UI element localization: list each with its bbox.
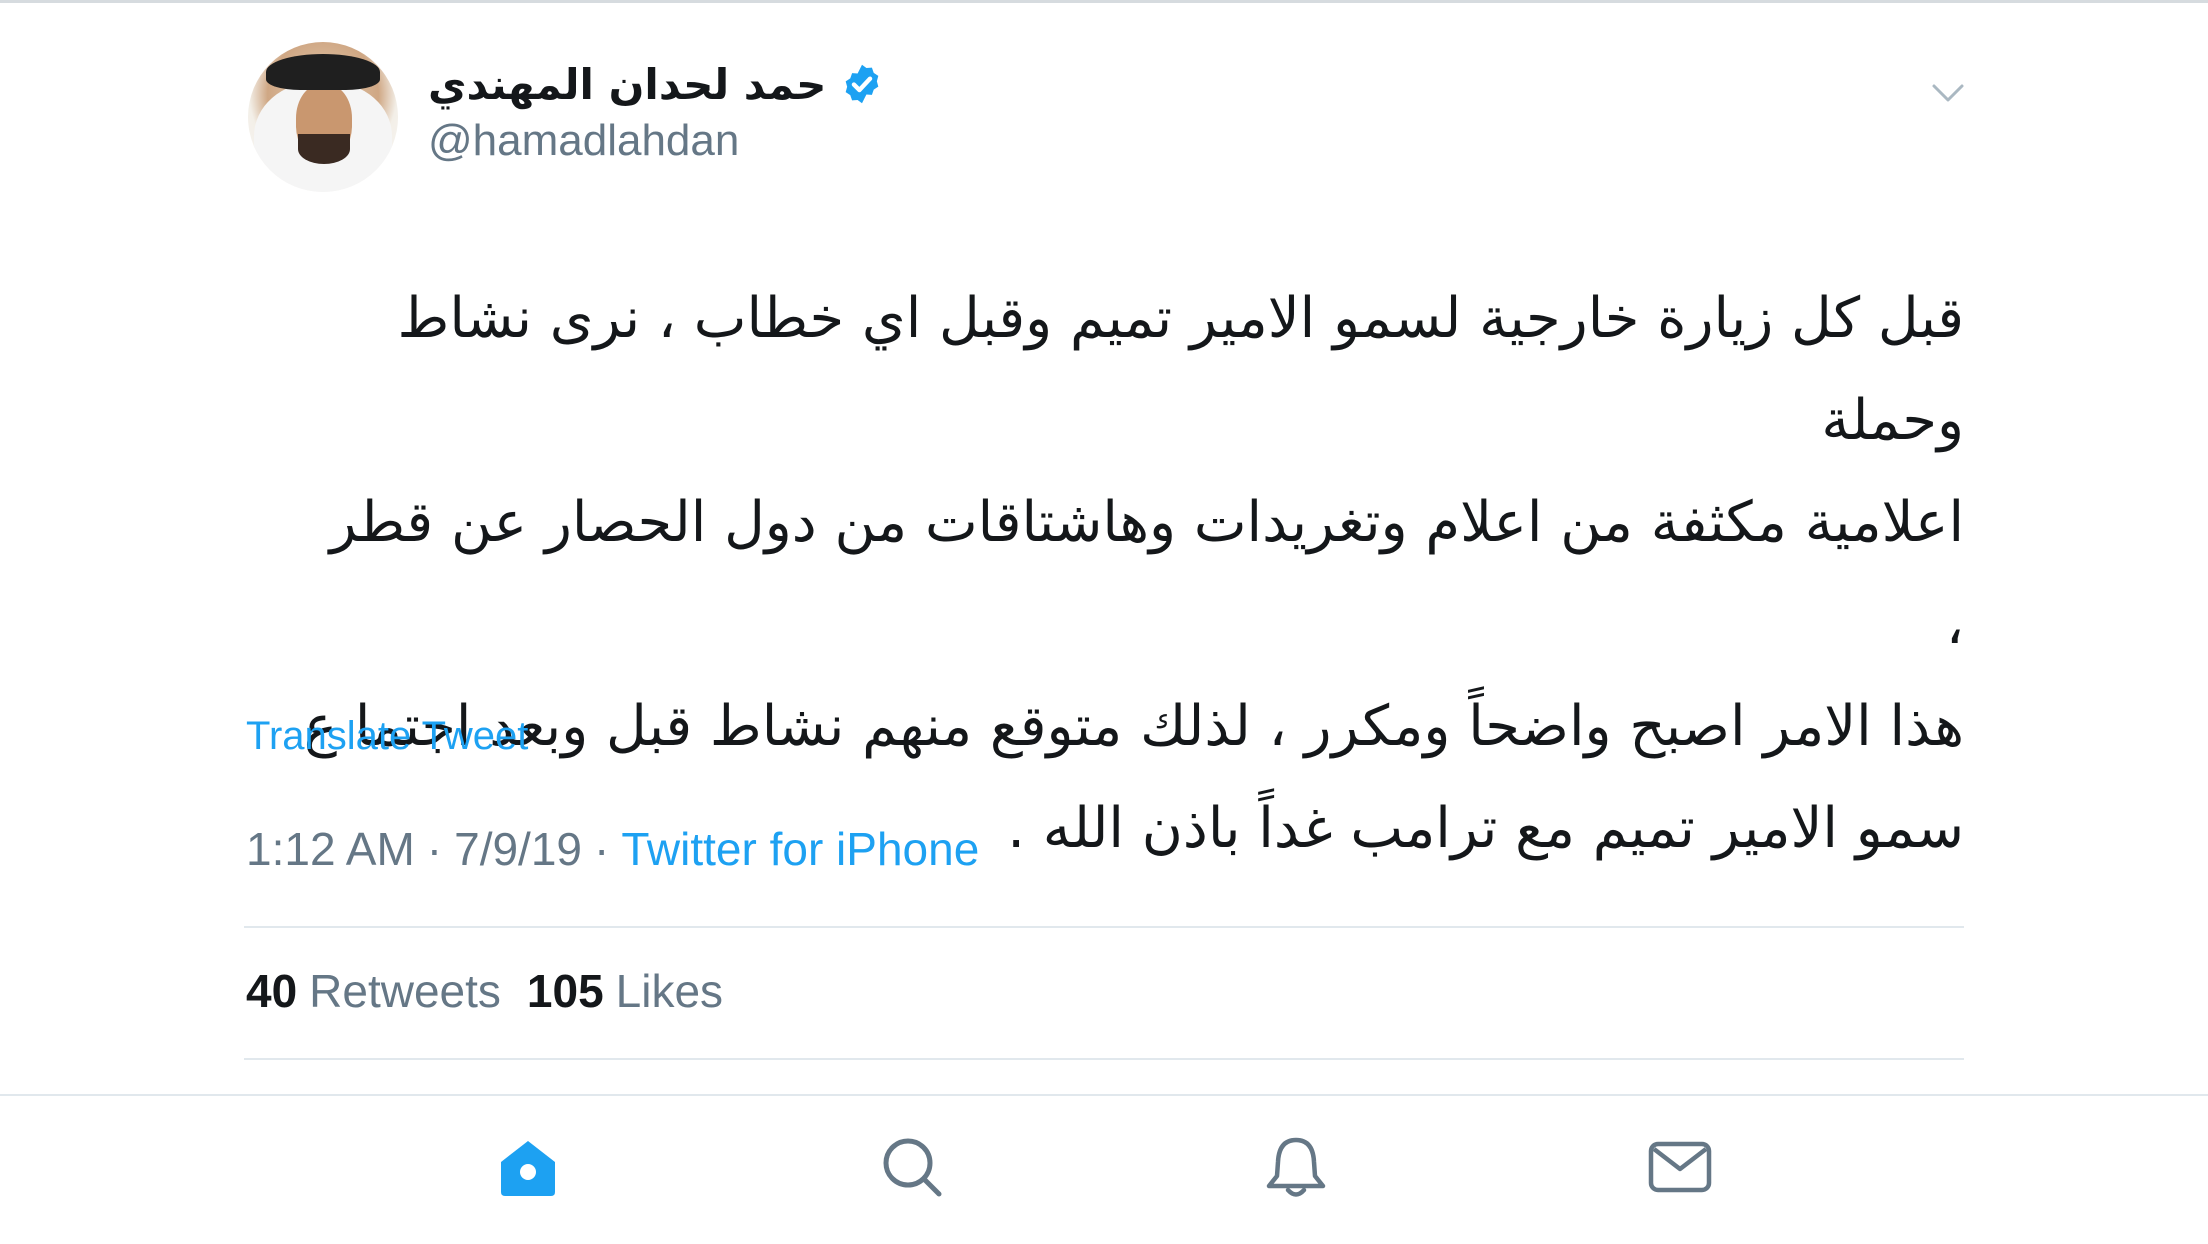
- bell-icon: [1266, 1137, 1326, 1197]
- tweet-date: 7/9/19: [454, 823, 583, 875]
- verified-badge-icon: [846, 64, 879, 104]
- tweet-text-line: هذا الامر اصبح واضحاً ومكرر ، لذلك متوقع…: [303, 694, 1964, 759]
- mail-icon: [1648, 1141, 1712, 1193]
- translate-tweet-link[interactable]: Translate Tweet: [246, 714, 528, 759]
- chevron-down-icon[interactable]: [1928, 72, 1968, 112]
- tweet-header: حمد لحدان المهندي @hamadlahdan: [0, 0, 2208, 230]
- divider: [244, 1058, 1964, 1060]
- tab-messages[interactable]: [1645, 1132, 1715, 1202]
- likes-count: 105: [526, 965, 604, 1017]
- retweets-label: Retweets: [309, 965, 501, 1017]
- likes-stat[interactable]: 105 Likes: [527, 964, 723, 1018]
- tweet-text-line: قبل كل زيارة خارجية لسمو الامير تميم وقب…: [397, 286, 1964, 453]
- home-icon: [501, 1141, 555, 1196]
- handle[interactable]: @hamadlahdan: [428, 116, 739, 166]
- retweets-stat[interactable]: 40 Retweets: [246, 964, 501, 1018]
- divider: [244, 926, 1964, 928]
- meta-separator: ·: [594, 823, 610, 875]
- tweet-time: 1:12 AM: [246, 823, 415, 875]
- tweet-stats: 40 Retweets 105 Likes: [246, 964, 723, 1018]
- tweet-source-link[interactable]: Twitter for iPhone: [621, 822, 979, 876]
- tweet-text: قبل كل زيارة خارجية لسمو الامير تميم وقب…: [300, 268, 1964, 880]
- retweets-count: 40: [246, 965, 298, 1017]
- tab-search[interactable]: [877, 1132, 947, 1202]
- author-row[interactable]: حمد لحدان المهندي: [428, 52, 884, 116]
- tab-home[interactable]: [493, 1132, 563, 1202]
- tweet-text-line: اعلامية مكثفة من اعلام وتغريدات وهاشتاقا…: [329, 490, 1964, 657]
- tab-bar: [0, 1094, 2208, 1244]
- tweet-meta: 1:12 AM · 7/9/19 · Twitter for iPhone: [246, 822, 979, 876]
- display-name[interactable]: حمد لحدان المهندي: [428, 60, 826, 109]
- search-icon: [883, 1138, 942, 1197]
- avatar[interactable]: [248, 42, 398, 192]
- meta-separator: ·: [426, 823, 443, 875]
- tab-notifications[interactable]: [1261, 1132, 1331, 1202]
- likes-label: Likes: [615, 965, 724, 1017]
